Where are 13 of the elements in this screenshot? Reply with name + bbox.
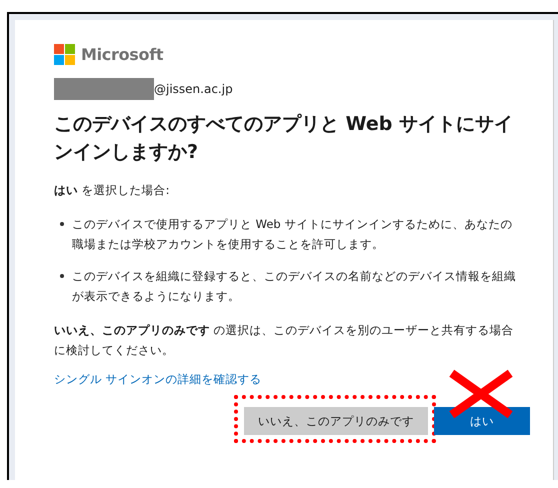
note-text: いいえ、このアプリのみです の選択は、このデバイスを別のユーザーと共有する場合に検討してください。	[54, 322, 515, 359]
yes-button[interactable]: はい	[434, 407, 530, 435]
no-button[interactable]: いいえ、このアプリのみです	[244, 407, 428, 435]
dialog-heading: このデバイスのすべてのアプリと Web サイトにサインインしますか?	[54, 112, 514, 165]
bullet-text: このデバイスで使用するアプリと Web サイトにサインインするために、あなたの職場または学校アカウントを使用することを許可します。	[72, 216, 514, 253]
brand-name: Microsoft	[81, 44, 164, 64]
learn-more-link[interactable]: シングル サインオンの詳細を確認する	[54, 372, 262, 387]
bullet-icon	[60, 274, 64, 278]
intro-text: はい を選択した場合:	[54, 182, 171, 199]
bullet-icon	[60, 222, 64, 226]
logo-icon	[54, 44, 75, 64]
account-email: @jissen.ac.jp	[154, 82, 233, 96]
bullet-text: このデバイスを組織に登録すると、このデバイスの名前などのデバイス情報を組織が表示できるようになります。	[72, 268, 517, 305]
